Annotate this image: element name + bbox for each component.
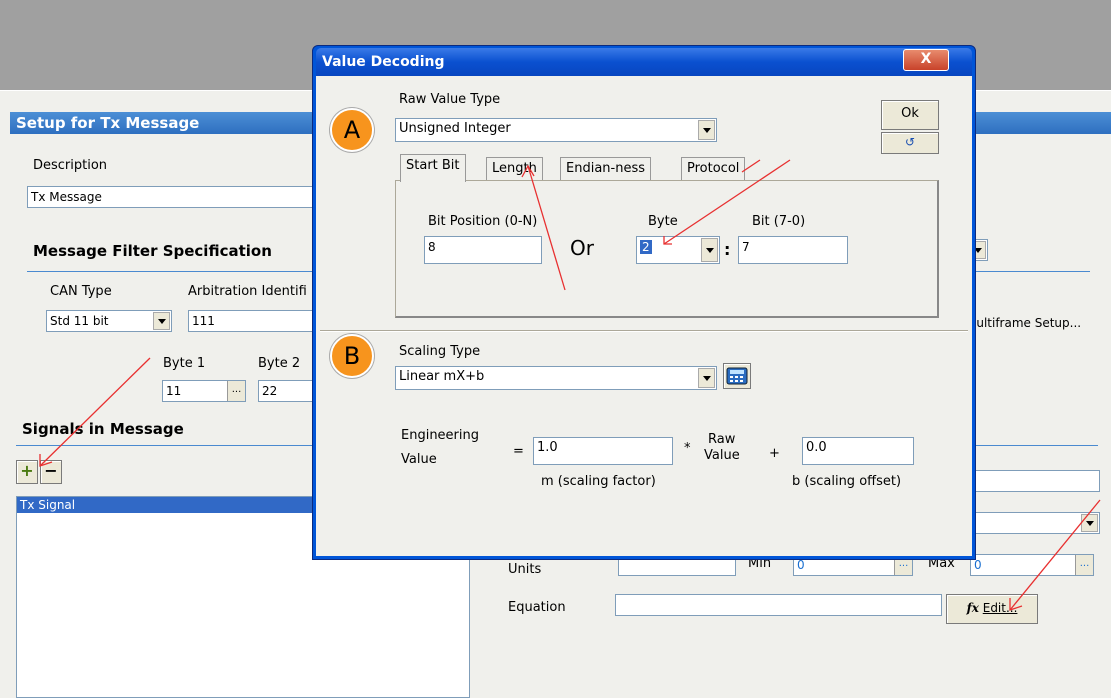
annotation-arrow xyxy=(741,159,761,173)
annotation-arrow xyxy=(39,357,151,467)
annotation-arrow xyxy=(521,164,566,291)
tab-start-bit[interactable]: Start Bit xyxy=(400,154,466,182)
annotation-arrow xyxy=(1009,499,1101,611)
annotation-arrow xyxy=(663,159,791,245)
annotation-arrows xyxy=(39,159,1101,611)
